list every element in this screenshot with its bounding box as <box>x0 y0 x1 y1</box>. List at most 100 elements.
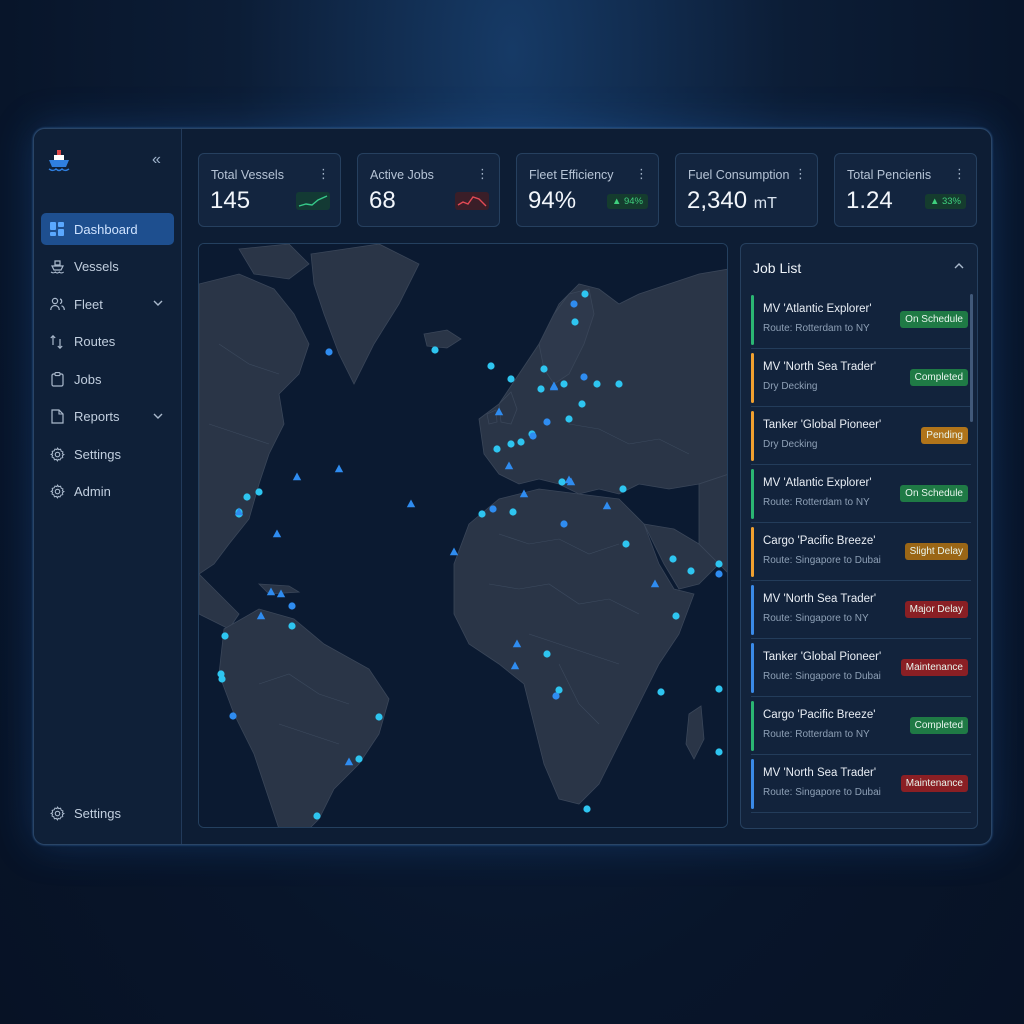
chevron-up-icon[interactable] <box>953 260 965 272</box>
more-options-icon[interactable]: ⋮ <box>317 166 330 182</box>
job-status-indicator <box>751 585 754 635</box>
vessel-marker-dot[interactable] <box>687 567 695 575</box>
vessel-marker-dot[interactable] <box>565 415 573 423</box>
vessel-marker-dot[interactable] <box>715 748 723 756</box>
gear-icon <box>49 805 65 821</box>
vessel-marker-dot[interactable] <box>313 812 321 820</box>
job-status-indicator <box>751 527 754 577</box>
sidebar-item-settings[interactable]: Settings <box>41 438 174 470</box>
job-route: Route: Rotterdam to NY <box>763 729 870 740</box>
vessel-marker-dot[interactable] <box>355 755 363 763</box>
vessel-marker-dot[interactable] <box>540 365 548 373</box>
kpi-label: Total Pencienis <box>847 168 932 182</box>
kpi-value: 145 <box>210 187 251 214</box>
vessel-marker-dot[interactable] <box>375 713 383 721</box>
vessel-marker-dot[interactable] <box>487 362 495 370</box>
route-icon <box>49 334 65 350</box>
sparkline-down-icon <box>455 192 489 210</box>
vessel-marker-dot[interactable] <box>622 540 630 548</box>
chevron-down-icon[interactable] <box>152 297 164 309</box>
sidebar-item-dashboard[interactable]: Dashboard <box>41 213 174 245</box>
job-list-item[interactable]: MV 'North Sea Trader' Route: Singapore to… <box>751 581 971 639</box>
chevron-down-icon[interactable] <box>152 410 164 422</box>
vessel-marker-dot[interactable] <box>431 346 439 354</box>
job-list-item[interactable]: Cargo 'Pacific Breeze' Route: Singapore t… <box>751 523 971 581</box>
vessel-marker-dot[interactable] <box>509 508 517 516</box>
job-list-item[interactable]: Tanker 'Global Pioneer' Dry Decking Pendin… <box>751 407 971 465</box>
vessel-marker-dot[interactable] <box>715 685 723 693</box>
vessel-marker-dot[interactable] <box>580 373 588 381</box>
vessel-marker-dot[interactable] <box>619 485 627 493</box>
vessel-marker-dot[interactable] <box>560 380 568 388</box>
job-list-item[interactable]: Tanker 'Global Pioneer' Route: Singapore … <box>751 639 971 697</box>
job-list-scrollbar[interactable] <box>970 294 973 422</box>
sidebar-item-settings-bottom[interactable]: Settings <box>41 797 174 829</box>
job-list-item[interactable]: MV 'Atlantic Explorer' Route: Rotterdam t… <box>751 291 971 349</box>
sidebar-item-admin[interactable]: Admin <box>41 476 174 508</box>
vessel-marker-dot[interactable] <box>243 493 251 501</box>
sidebar-item-fleet[interactable]: Fleet <box>41 288 174 320</box>
job-list-item[interactable]: MV 'North Sea Trader' Dry Decking Complete… <box>751 349 971 407</box>
vessel-marker-dot[interactable] <box>517 438 525 446</box>
vessel-marker-dot[interactable] <box>507 440 515 448</box>
vessel-marker-dot[interactable] <box>529 432 537 440</box>
vessel-marker-dot[interactable] <box>288 622 296 630</box>
vessel-marker-dot[interactable] <box>493 445 501 453</box>
vessel-marker-dot[interactable] <box>715 560 723 568</box>
vessel-marker-dot[interactable] <box>560 520 568 528</box>
job-vessel-name: MV 'North Sea Trader' <box>763 767 877 779</box>
more-options-icon[interactable]: ⋮ <box>953 166 966 182</box>
job-vessel-name: MV 'North Sea Trader' <box>763 361 877 373</box>
job-status-indicator <box>751 701 754 751</box>
vessel-marker-dot[interactable] <box>489 505 497 513</box>
sidebar-item-reports[interactable]: Reports <box>41 401 174 433</box>
vessel-marker-dot[interactable] <box>672 612 680 620</box>
job-list-item[interactable]: Cargo 'Pacific Breeze' Route: Rotterdam t… <box>751 697 971 755</box>
vessel-marker-dot[interactable] <box>615 380 623 388</box>
vessel-marker-dot[interactable] <box>221 632 229 640</box>
job-list-item[interactable]: MV 'Atlantic Explorer' Route: Rotterdam t… <box>751 465 971 523</box>
vessel-marker-dot[interactable] <box>571 318 579 326</box>
collapse-sidebar-icon[interactable]: « <box>152 151 161 169</box>
sidebar-nav: Dashboard Vessels Fleet Routes Jobs Repo… <box>41 213 174 513</box>
vessel-marker-dot[interactable] <box>255 488 263 496</box>
sidebar: « Dashboard Vessels Fleet Routes Jobs Re… <box>34 129 182 844</box>
more-options-icon[interactable]: ⋮ <box>476 166 489 182</box>
vessel-marker-dot[interactable] <box>558 478 566 486</box>
sidebar-item-routes[interactable]: Routes <box>41 326 174 358</box>
sparkline-up-icon <box>296 192 330 210</box>
job-vessel-name: MV 'Atlantic Explorer' <box>763 477 872 489</box>
sidebar-item-label: Dashboard <box>74 221 138 237</box>
vessel-marker-dot[interactable] <box>583 805 591 813</box>
vessel-marker-dot[interactable] <box>555 686 563 694</box>
vessel-marker-dot[interactable] <box>218 675 226 683</box>
vessel-marker-dot[interactable] <box>478 510 486 518</box>
job-list-item[interactable]: MV 'North Sea Trader' Route: Singapore to… <box>751 755 971 813</box>
vessel-marker-dot[interactable] <box>325 348 333 356</box>
vessel-marker-dot[interactable] <box>543 650 551 658</box>
sidebar-item-jobs[interactable]: Jobs <box>41 363 174 395</box>
kpi-value-wrap: 2,340 mT <box>687 187 777 215</box>
job-status-badge: Completed <box>909 369 968 386</box>
fleet-world-map[interactable] <box>198 243 728 828</box>
more-options-icon[interactable]: ⋮ <box>635 166 648 182</box>
more-options-icon[interactable]: ⋮ <box>794 166 807 182</box>
sidebar-item-vessels[interactable]: Vessels <box>41 251 174 283</box>
vessel-marker-dot[interactable] <box>657 688 665 696</box>
sidebar-item-label: Reports <box>74 409 120 424</box>
sidebar-item-label: Jobs <box>74 371 102 387</box>
job-route: Route: Rotterdam to NY <box>763 497 870 508</box>
vessel-marker-dot[interactable] <box>288 602 296 610</box>
kpi-card-total-vessels: Total Vessels ⋮ 145 <box>198 153 341 227</box>
vessel-marker-dot[interactable] <box>507 375 515 383</box>
vessel-marker-dot[interactable] <box>229 712 237 720</box>
vessel-marker-dot[interactable] <box>669 555 677 563</box>
job-route: Route: Singapore to Dubai <box>763 787 881 798</box>
vessel-marker-dot[interactable] <box>543 418 551 426</box>
vessel-marker-dot[interactable] <box>570 300 578 308</box>
vessel-marker-dot[interactable] <box>581 290 589 298</box>
vessel-marker-dot[interactable] <box>715 570 723 578</box>
vessel-marker-dot[interactable] <box>578 400 586 408</box>
vessel-marker-dot[interactable] <box>593 380 601 388</box>
vessel-marker-dot[interactable] <box>537 385 545 393</box>
